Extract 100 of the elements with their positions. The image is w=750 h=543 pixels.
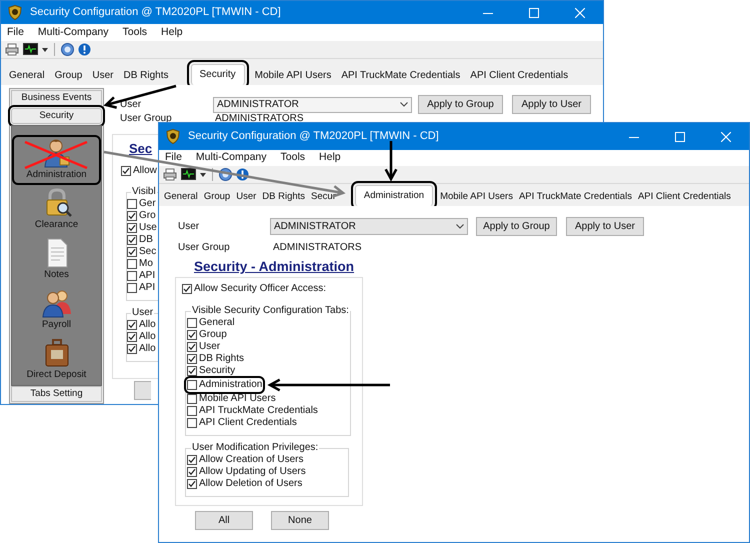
group-title: Visible Security Configuration Tabs: xyxy=(191,305,350,317)
checkbox-label: Mo xyxy=(139,258,153,270)
checkbox[interactable] xyxy=(127,247,137,257)
sidebar-item[interactable]: Payroll xyxy=(12,285,101,335)
shield-icon xyxy=(166,129,180,144)
printer-icon[interactable] xyxy=(5,43,19,56)
checkbox[interactable] xyxy=(127,320,137,330)
checkbox[interactable] xyxy=(187,467,197,477)
field-value: ADMINISTRATORS xyxy=(215,114,304,124)
checkbox-label: Gro xyxy=(139,210,156,222)
checkbox-label: Security xyxy=(199,365,236,377)
checkbox[interactable] xyxy=(187,394,197,404)
info-icon[interactable] xyxy=(236,168,249,181)
button[interactable]: Apply to User xyxy=(566,217,644,236)
checkbox-label: Allo xyxy=(139,331,156,343)
checkbox-label: DB Rights xyxy=(199,353,244,365)
chevron-icon xyxy=(456,224,464,229)
button[interactable]: Apply to Group xyxy=(418,95,503,114)
info-icon[interactable] xyxy=(78,43,91,56)
checkbox[interactable] xyxy=(187,479,197,489)
section-heading: Sec xyxy=(129,141,152,157)
checkbox[interactable] xyxy=(182,284,192,294)
checkbox-label: Allow xyxy=(133,165,157,177)
shield-icon xyxy=(8,5,22,20)
checkbox-label: Group xyxy=(199,329,227,341)
field-label: User Group xyxy=(120,113,172,124)
checkbox[interactable] xyxy=(187,330,197,340)
checkbox[interactable] xyxy=(127,223,137,233)
arrow xyxy=(384,141,398,182)
checkbox[interactable] xyxy=(187,418,197,428)
checkbox[interactable] xyxy=(127,283,137,293)
window-title: Security Configuration @ TM2020PL [TMWIN - CD] xyxy=(30,5,281,20)
dropdown[interactable]: ADMINISTRATOR xyxy=(270,218,468,235)
checkbox-label: Allow Updating of Users xyxy=(199,466,306,478)
menu-item[interactable]: Multi-Company xyxy=(196,150,267,166)
checkbox-label: User xyxy=(199,341,220,353)
checkbox-label: Allow Deletion of Users xyxy=(199,478,302,490)
sidebar-button[interactable]: Security xyxy=(11,108,102,124)
checkbox[interactable] xyxy=(127,332,137,342)
checkbox[interactable] xyxy=(187,318,197,328)
caret-icon[interactable] xyxy=(200,172,206,176)
menu-item[interactable]: Tools xyxy=(122,24,148,40)
button[interactable]: None xyxy=(271,511,329,530)
sidebar-item[interactable]: Direct Deposit xyxy=(12,335,101,385)
menu-item[interactable]: Tools xyxy=(280,150,306,166)
monitor-icon[interactable] xyxy=(181,168,196,181)
checkbox-label: Allow Security Officer Access: xyxy=(194,283,326,295)
checkbox[interactable] xyxy=(187,380,197,390)
sidebar-item[interactable]: Administration xyxy=(12,135,101,185)
maximize-icon[interactable] xyxy=(529,8,539,18)
checkbox-label: Use xyxy=(139,222,157,234)
button[interactable]: Apply to User xyxy=(512,95,591,114)
section-heading: Security - Administration xyxy=(194,259,354,275)
group-title: User xyxy=(131,307,154,319)
chevron-icon xyxy=(400,102,408,107)
checkbox-label: Allo xyxy=(139,319,156,331)
close-icon[interactable] xyxy=(575,8,585,18)
checkbox[interactable] xyxy=(187,366,197,376)
close-icon[interactable] xyxy=(721,132,731,142)
checkbox[interactable] xyxy=(127,259,137,269)
sidebar-item[interactable]: Clearance xyxy=(12,185,101,235)
checkbox-label: Allo xyxy=(139,343,156,355)
checkbox-label: Ger xyxy=(139,198,156,210)
group-title: User Modification Privileges: xyxy=(191,442,320,454)
checkbox[interactable] xyxy=(127,199,137,209)
field-label: User Group xyxy=(178,241,231,255)
sidebar-button[interactable]: Tabs Setting xyxy=(11,386,102,402)
dropdown[interactable]: ADMINISTRATOR xyxy=(213,96,412,112)
checkbox[interactable] xyxy=(121,166,131,176)
window-title: Security Configuration @ TM2020PL [TMWIN - CD] xyxy=(188,129,439,144)
checkbox[interactable] xyxy=(127,211,137,221)
help-icon[interactable] xyxy=(61,43,74,56)
printer-icon[interactable] xyxy=(163,168,177,181)
checkbox[interactable] xyxy=(187,342,197,352)
checkbox-label: Allow Creation of Users xyxy=(199,454,304,466)
person-icon xyxy=(42,138,72,168)
menu-item[interactable]: File xyxy=(7,24,24,40)
monitor-icon[interactable] xyxy=(23,43,38,56)
checkbox[interactable] xyxy=(187,455,197,465)
checkbox-label: DB xyxy=(139,234,153,246)
checkbox[interactable] xyxy=(127,271,137,281)
checkbox[interactable] xyxy=(127,344,137,354)
maximize-icon[interactable] xyxy=(675,132,685,142)
menu-item[interactable]: Help xyxy=(319,150,341,166)
button[interactable]: All xyxy=(195,511,253,530)
checkbox-label: Sec xyxy=(139,246,156,258)
menu-item[interactable]: File xyxy=(165,150,182,166)
menu-item[interactable]: Multi-Company xyxy=(38,24,109,40)
button[interactable]: Apply to Group xyxy=(476,217,557,236)
checkbox[interactable] xyxy=(187,406,197,416)
menu-item[interactable]: Help xyxy=(161,24,183,40)
checkbox-label: API Client Credentials xyxy=(199,417,297,429)
caret-icon[interactable] xyxy=(42,48,48,52)
field-value: ADMINISTRATORS xyxy=(273,241,362,255)
checkbox[interactable] xyxy=(187,354,197,364)
checkbox-label: API TruckMate Credentials xyxy=(199,405,318,417)
field-label: User xyxy=(178,220,200,234)
sidebar-item[interactable]: Notes xyxy=(12,235,101,285)
field-label: User xyxy=(120,99,142,110)
checkbox[interactable] xyxy=(127,235,137,245)
